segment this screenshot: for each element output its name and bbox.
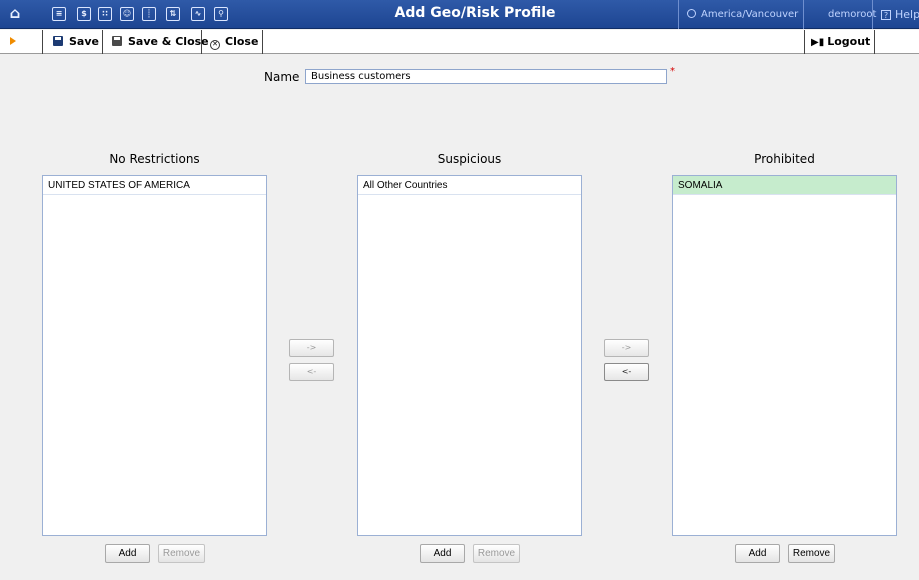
expand-arrow-icon[interactable] — [10, 37, 16, 45]
top-navigation-bar: ⌂ ≡ $ ∷ ☺ ┊ ⇅ ∿ ⚲ Add Geo/Risk Profile A… — [0, 0, 919, 29]
list-item-selected[interactable]: SOMALIA — [673, 176, 896, 195]
list-item[interactable]: All Other Countries — [358, 176, 581, 195]
prohibited-remove-button[interactable]: Remove — [788, 544, 835, 563]
prohibited-list[interactable]: SOMALIA — [672, 175, 897, 536]
move-left-button-2[interactable]: <- — [604, 363, 649, 381]
suspicious-title: Suspicious — [437, 152, 502, 166]
no-restrictions-list[interactable]: UNITED STATES OF AMERICA — [42, 175, 267, 536]
divider — [803, 0, 804, 29]
move-left-button-1[interactable]: <- — [289, 363, 334, 381]
chart-icon[interactable]: ∿ — [191, 7, 205, 21]
suspicious-remove-button[interactable]: Remove — [473, 544, 520, 563]
required-mark: * — [670, 66, 675, 77]
divider — [678, 0, 679, 29]
search-icon[interactable]: ⚲ — [214, 7, 228, 21]
divider — [804, 30, 805, 54]
toolbar: Save Save & Close ✕ Close ▶▮ Logout — [0, 30, 919, 54]
transfer-icon[interactable]: ⇅ — [166, 7, 180, 21]
move-right-button-1[interactable]: -> — [289, 339, 334, 357]
logout-label: Logout — [827, 35, 871, 48]
logout-button[interactable]: ▶▮ Logout — [811, 35, 870, 48]
dollar-icon[interactable]: $ — [77, 7, 91, 21]
divider — [42, 30, 43, 54]
close-button[interactable]: ✕ Close — [210, 35, 258, 50]
list-icon[interactable]: ≡ — [52, 7, 66, 21]
name-label: Name — [264, 70, 300, 84]
user-link[interactable]: demoroot — [828, 9, 876, 20]
clock-icon — [687, 9, 696, 18]
divider — [102, 30, 103, 54]
person-icon[interactable]: ☺ — [120, 7, 134, 21]
logout-icon: ▶▮ — [811, 37, 825, 48]
name-input[interactable] — [305, 69, 667, 84]
suspicious-add-button[interactable]: Add — [420, 544, 465, 563]
close-label: Close — [225, 35, 259, 48]
prohibited-add-button[interactable]: Add — [735, 544, 780, 563]
help-icon: ? — [881, 10, 891, 20]
timezone-link[interactable]: America/Vancouver — [687, 9, 798, 20]
grid-icon[interactable]: ∷ — [98, 7, 112, 21]
help-label: Help — [895, 8, 919, 21]
timezone-label: America/Vancouver — [701, 9, 799, 20]
divider — [872, 0, 873, 29]
help-link[interactable]: ? Help — [881, 8, 919, 21]
list-item[interactable]: UNITED STATES OF AMERICA — [43, 176, 266, 195]
divider — [874, 30, 875, 54]
prohibited-title: Prohibited — [754, 152, 815, 166]
tree-icon[interactable]: ┊ — [142, 7, 156, 21]
save-close-button[interactable]: Save & Close — [112, 35, 209, 48]
close-icon: ✕ — [210, 40, 220, 50]
save-icon — [53, 36, 63, 46]
no-restrictions-remove-button[interactable]: Remove — [158, 544, 205, 563]
move-right-button-2[interactable]: -> — [604, 339, 649, 357]
save-close-label: Save & Close — [128, 35, 209, 48]
save-close-icon — [112, 36, 122, 46]
no-restrictions-title: No Restrictions — [109, 152, 200, 166]
divider — [201, 30, 202, 54]
home-icon[interactable]: ⌂ — [7, 6, 23, 21]
divider — [262, 30, 263, 54]
suspicious-list[interactable]: All Other Countries — [357, 175, 582, 536]
save-label: Save — [69, 35, 99, 48]
page-title: Add Geo/Risk Profile — [394, 5, 556, 21]
no-restrictions-add-button[interactable]: Add — [105, 544, 150, 563]
save-button[interactable]: Save — [53, 35, 99, 48]
